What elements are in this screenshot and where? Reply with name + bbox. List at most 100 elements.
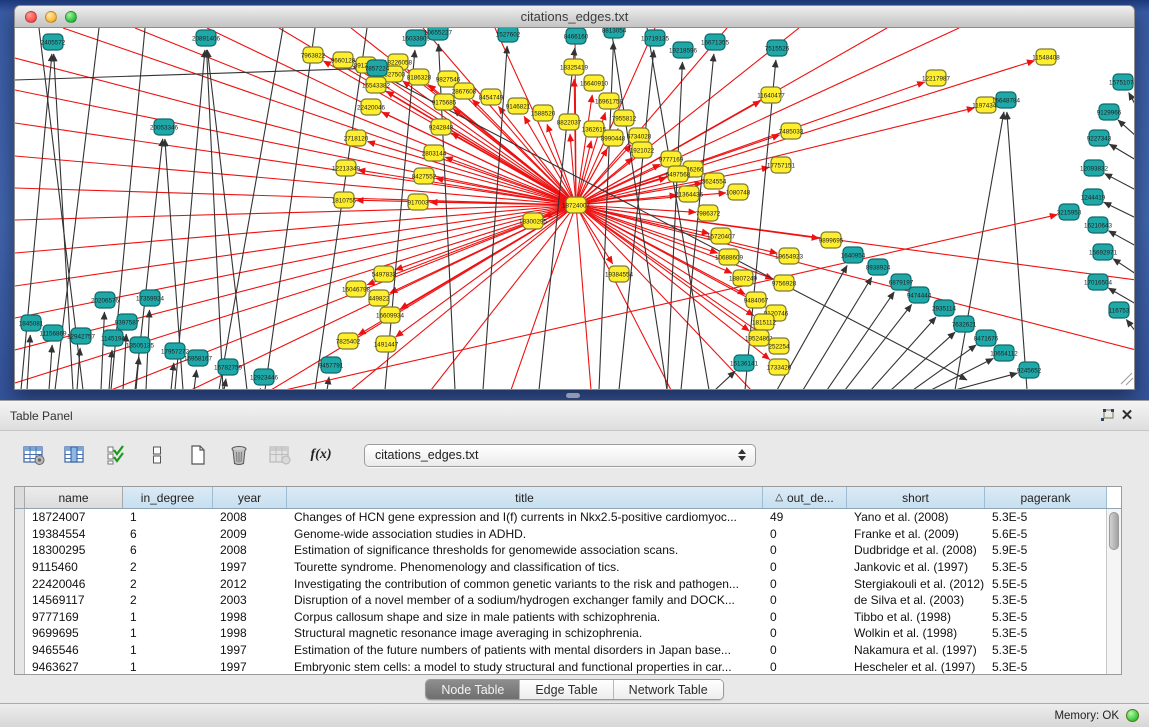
graph-node[interactable]: 9777169 <box>659 151 684 167</box>
table-row[interactable]: 1872400712008Changes of HCN gene express… <box>15 509 1121 526</box>
table-cell[interactable]: de Silva et al. (2003) <box>847 593 985 607</box>
table-cell[interactable]: 18724007 <box>25 510 123 524</box>
graph-node[interactable]: 12217987 <box>922 70 951 86</box>
minimize-window-button[interactable] <box>45 11 57 23</box>
table-cell[interactable]: Genome-wide association studies in ADHD. <box>287 527 763 541</box>
panel-splitter-grip[interactable] <box>566 393 580 398</box>
graph-node[interactable]: 1080748 <box>726 184 751 200</box>
graph-node[interactable]: 7963822 <box>301 47 326 63</box>
network-window[interactable]: citations_edges.txt 18724007796382296601… <box>14 5 1135 390</box>
table-cell[interactable]: 0 <box>763 560 847 574</box>
graph-node[interactable]: 16958167 <box>184 350 213 366</box>
graph-node[interactable]: 7515526 <box>765 40 790 56</box>
table-cell[interactable]: Dudbridge et al. (2008) <box>847 543 985 557</box>
graph-node[interactable]: 10654112 <box>990 345 1018 361</box>
table-cell[interactable]: 9463627 <box>25 660 123 674</box>
table-row[interactable]: 969969511998Structural magnetic resonanc… <box>15 625 1121 642</box>
graph-node[interactable]: 8990448 <box>601 130 626 146</box>
table-cell[interactable]: 2 <box>123 577 213 591</box>
table-cell[interactable]: 2003 <box>213 593 287 607</box>
graph-node[interactable]: 10719135 <box>641 30 670 46</box>
graph-node[interactable]: 13505135 <box>126 337 155 353</box>
graph-node[interactable]: 9146821 <box>506 98 531 114</box>
table-cell[interactable]: Corpus callosum shape and size in male p… <box>287 610 763 624</box>
graph-node[interactable]: 1921022 <box>630 142 655 158</box>
table-cell[interactable]: 2 <box>123 593 213 607</box>
table-cell[interactable]: 1997 <box>213 643 287 657</box>
table-cell[interactable]: Disruption of a novel member of a sodium… <box>287 593 763 607</box>
delete-table-icon[interactable] <box>266 441 294 469</box>
table-cell[interactable]: 0 <box>763 527 847 541</box>
graph-node[interactable]: 20053346 <box>150 119 179 135</box>
float-panel-button[interactable] <box>1097 406 1117 426</box>
table-cell[interactable]: 2 <box>123 560 213 574</box>
graph-node[interactable]: 1491447 <box>374 336 399 352</box>
column-header-year[interactable]: year <box>213 487 287 508</box>
table-cell[interactable]: 5.3E-5 <box>985 560 1107 574</box>
graph-node[interactable]: 1640954 <box>841 247 866 263</box>
graph-node[interactable]: 9397587 <box>115 314 140 330</box>
column-header-name[interactable]: name <box>25 487 123 508</box>
graph-node[interactable]: 917003 <box>407 194 429 210</box>
table-cell[interactable]: 5.3E-5 <box>985 593 1107 607</box>
table-cell[interactable]: 18300295 <box>25 543 123 557</box>
graph-node[interactable]: 9242848 <box>429 119 454 135</box>
table-cell[interactable]: 9777169 <box>25 610 123 624</box>
graph-node[interactable]: 9899695 <box>819 232 844 248</box>
table-cell[interactable]: 22420046 <box>25 577 123 591</box>
zoom-window-button[interactable] <box>65 11 77 23</box>
graph-node[interactable]: 7632621 <box>952 316 977 332</box>
table-cell[interactable]: 1 <box>123 643 213 657</box>
table-cell[interactable]: 5.3E-5 <box>985 643 1107 657</box>
graph-node[interactable]: 18325419 <box>560 59 589 75</box>
table-row[interactable]: 1938455462009Genome-wide association stu… <box>15 526 1121 543</box>
table-cell[interactable]: Tourette syndrome. Phenomenology and cla… <box>287 560 763 574</box>
graph-node[interactable]: 19384554 <box>605 266 634 282</box>
graph-node[interactable]: 9175685 <box>432 94 457 110</box>
table-cell[interactable]: 5.5E-5 <box>985 577 1107 591</box>
graph-node[interactable]: 16961758 <box>595 93 624 109</box>
table-cell[interactable]: Jankovic et al. (1997) <box>847 560 985 574</box>
table-cell[interactable]: 1 <box>123 610 213 624</box>
graph-node[interactable]: 16648784 <box>992 92 1021 108</box>
table-cell[interactable]: 5.3E-5 <box>985 610 1107 624</box>
graph-node[interactable]: 2405572 <box>41 34 66 50</box>
network-canvas[interactable]: 1872400779638229660128891295518226058982… <box>15 28 1135 390</box>
graph-node[interactable]: 1815112 <box>752 314 777 330</box>
table-cell[interactable]: 1997 <box>213 660 287 674</box>
graph-node[interactable]: 17359924 <box>136 290 165 306</box>
graph-node[interactable]: 7955812 <box>612 110 637 126</box>
column-checks-icon[interactable] <box>102 441 130 469</box>
table-cell[interactable]: Nakamura et al. (1997) <box>847 643 985 657</box>
graph-node[interactable]: 19218596 <box>669 42 698 58</box>
table-cell[interactable]: 2012 <box>213 577 287 591</box>
table-mode-icon[interactable] <box>20 441 48 469</box>
table-cell[interactable]: Wolkin et al. (1998) <box>847 626 985 640</box>
graph-node[interactable]: 2935114 <box>932 300 957 316</box>
graph-node[interactable]: 8822037 <box>557 114 582 130</box>
graph-node[interactable]: 8938924 <box>866 259 891 275</box>
table-cell[interactable]: 0 <box>763 660 847 674</box>
table-cell[interactable]: Estimation of significance thresholds fo… <box>287 543 763 557</box>
table-cell[interactable]: 1998 <box>213 626 287 640</box>
graph-node[interactable]: 22420046 <box>357 99 386 115</box>
table-cell[interactable]: Embryonic stem cells: a model to study s… <box>287 660 763 674</box>
new-column-icon[interactable] <box>184 441 212 469</box>
table-cell[interactable]: 5.6E-5 <box>985 527 1107 541</box>
row-height-icon[interactable] <box>143 441 171 469</box>
table-cell[interactable]: 9699695 <box>25 626 123 640</box>
graph-node[interactable]: 11640477 <box>757 87 785 103</box>
close-window-button[interactable] <box>25 11 37 23</box>
table-cell[interactable]: 19384554 <box>25 527 123 541</box>
graph-node[interactable]: 2803144 <box>422 145 447 161</box>
table-cell[interactable]: 0 <box>763 626 847 640</box>
table-cell[interactable]: 6 <box>123 543 213 557</box>
graph-node[interactable]: 6879197 <box>889 274 914 290</box>
table-cell[interactable]: 14569117 <box>25 593 123 607</box>
table-cell[interactable]: 5.3E-5 <box>985 510 1107 524</box>
table-row[interactable]: 911546021997Tourette syndrome. Phenomeno… <box>15 559 1121 576</box>
graph-node[interactable]: 9245652 <box>1017 362 1042 378</box>
table-row[interactable]: 1456911722003Disruption of a novel membe… <box>15 592 1121 609</box>
table-cell[interactable]: 2008 <box>213 543 287 557</box>
table-cell[interactable]: 6 <box>123 527 213 541</box>
